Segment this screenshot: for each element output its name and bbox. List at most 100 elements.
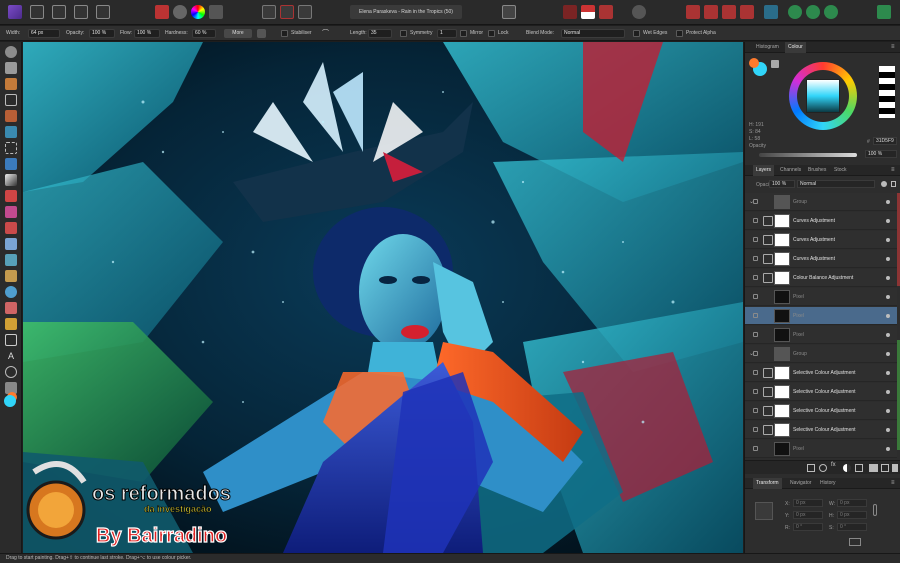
tab-histogram[interactable]: Histogram: [753, 42, 782, 53]
tab-channels[interactable]: Channels: [777, 165, 804, 176]
view-mode-icon[interactable]: [502, 5, 516, 19]
group-icon[interactable]: [869, 464, 878, 472]
fill-tool-icon[interactable]: [5, 158, 17, 170]
erase-tool-icon[interactable]: [5, 222, 17, 234]
layer-lock-icon[interactable]: [891, 181, 896, 187]
layer-lock-toggle-icon[interactable]: [753, 370, 758, 375]
color-wheel-icon[interactable]: [191, 5, 205, 19]
more-button[interactable]: More: [224, 29, 252, 38]
develop-persona-icon[interactable]: [74, 5, 88, 19]
layer-lock-toggle-icon[interactable]: [753, 351, 758, 356]
delete-layer-icon[interactable]: [892, 464, 898, 472]
crop-tool-icon[interactable]: [5, 94, 17, 106]
rope-icon[interactable]: ⌒: [322, 26, 329, 41]
colour-saturation-square[interactable]: [806, 79, 840, 113]
symmetry-field[interactable]: 1: [437, 29, 457, 38]
pixel-persona-icon[interactable]: [30, 5, 44, 19]
visibility-toggle-icon[interactable]: [886, 352, 890, 356]
pen-tool-icon[interactable]: [5, 318, 17, 330]
layers-menu-icon[interactable]: ≡: [891, 167, 897, 174]
primary-colour-icon[interactable]: [4, 395, 16, 407]
layer-lock-toggle-icon[interactable]: [753, 332, 758, 337]
width-field[interactable]: 64 px: [28, 29, 60, 38]
visibility-toggle-icon[interactable]: [886, 200, 890, 204]
eyedropper-icon[interactable]: [771, 60, 779, 68]
layer-row[interactable]: Selective Colour Adjustment: [745, 383, 897, 401]
protect-alpha-checkbox[interactable]: [676, 30, 683, 37]
wet-edges-checkbox[interactable]: [633, 30, 640, 37]
layer-row[interactable]: Selective Colour Adjustment: [745, 402, 897, 420]
visibility-toggle-icon[interactable]: [886, 333, 890, 337]
x-field[interactable]: 0 px: [793, 499, 823, 507]
layer-row[interactable]: Pixel: [745, 288, 897, 306]
layer-row[interactable]: Curves Adjustment: [745, 250, 897, 268]
smudge-tool-icon[interactable]: [5, 270, 17, 282]
s-field[interactable]: 0 °: [837, 523, 867, 531]
visibility-toggle-icon[interactable]: [886, 314, 890, 318]
blend-ranges-icon[interactable]: [807, 464, 815, 472]
flood-select-icon[interactable]: [5, 126, 17, 138]
assistant-icon[interactable]: [632, 5, 646, 19]
hardness-field[interactable]: 60 %: [192, 29, 216, 38]
colour-opacity-field[interactable]: 100 %: [865, 150, 897, 158]
r-field[interactable]: 0 °: [793, 523, 823, 531]
arrange-forward-icon[interactable]: [722, 5, 736, 19]
tonemap-persona-icon[interactable]: [96, 5, 110, 19]
document-canvas[interactable]: os reformados da investigação By Bairrad…: [23, 42, 743, 553]
document-title[interactable]: Elena Paraskeva - Rain in the Tropics (5…: [350, 5, 462, 19]
layer-opacity-field[interactable]: 100 %: [769, 180, 795, 188]
visibility-toggle-icon[interactable]: [886, 371, 890, 375]
live-filter-icon[interactable]: [855, 464, 863, 472]
visibility-toggle-icon[interactable]: [886, 257, 890, 261]
arrange-backward-icon[interactable]: [704, 5, 718, 19]
pixel-tool-icon[interactable]: [5, 206, 17, 218]
boolean-add-icon[interactable]: [788, 5, 802, 19]
selection-subtract-icon[interactable]: [298, 5, 312, 19]
fx-icon[interactable]: fx: [831, 462, 836, 468]
text-tool-icon[interactable]: A: [5, 350, 17, 362]
visibility-toggle-icon[interactable]: [886, 295, 890, 299]
colour-swatch-secondary[interactable]: [749, 58, 759, 68]
adjustment-icon[interactable]: [843, 464, 851, 472]
liquify-persona-icon[interactable]: [52, 5, 66, 19]
colour-opacity-slider[interactable]: [759, 153, 857, 157]
layer-row[interactable]: Pixel: [745, 440, 897, 458]
tab-transform[interactable]: Transform: [753, 478, 782, 489]
layer-lock-toggle-icon[interactable]: [753, 275, 758, 280]
layer-lock-toggle-icon[interactable]: [753, 446, 758, 451]
visibility-toggle-icon[interactable]: [886, 276, 890, 280]
boolean-intersect-icon[interactable]: [824, 5, 838, 19]
layer-lock-toggle-icon[interactable]: [753, 237, 758, 242]
add-layer-icon[interactable]: [881, 464, 889, 472]
layer-settings-icon[interactable]: [881, 181, 887, 187]
dodge-tool-icon[interactable]: [5, 238, 17, 250]
y-field[interactable]: 0 px: [793, 511, 823, 519]
selection-add-icon[interactable]: [280, 5, 294, 19]
marquee-tool-icon[interactable]: [5, 142, 17, 154]
mirror-checkbox[interactable]: [460, 30, 467, 37]
layer-lock-toggle-icon[interactable]: [753, 389, 758, 394]
visibility-toggle-icon[interactable]: [886, 428, 890, 432]
snapping-icon[interactable]: [563, 5, 577, 19]
mask-icon[interactable]: [819, 464, 827, 472]
visibility-toggle-icon[interactable]: [886, 219, 890, 223]
gradient-tool-icon[interactable]: [5, 174, 17, 186]
layer-row[interactable]: Selective Colour Adjustment: [745, 421, 897, 439]
layer-lock-toggle-icon[interactable]: [753, 218, 758, 223]
layer-row[interactable]: ⌄ Group: [745, 345, 897, 363]
tab-brushes[interactable]: Brushes: [805, 165, 829, 176]
color-picker-tool-icon[interactable]: [5, 78, 17, 90]
layer-blend-select[interactable]: Normal: [797, 180, 875, 188]
h-field[interactable]: 0 px: [837, 511, 867, 519]
align-icon[interactable]: [764, 5, 778, 19]
layer-row[interactable]: Colour Balance Adjustment: [745, 269, 897, 287]
layer-lock-toggle-icon[interactable]: [753, 427, 758, 432]
flow-field[interactable]: 100 %: [134, 29, 160, 38]
panel-menu-icon[interactable]: ≡: [891, 44, 897, 51]
layer-row[interactable]: ⌄ Group: [745, 193, 897, 211]
layer-lock-toggle-icon[interactable]: [753, 408, 758, 413]
hex-field[interactable]: 31D5F9: [873, 137, 897, 145]
visibility-toggle-icon[interactable]: [886, 238, 890, 242]
brush-settings-icon[interactable]: [599, 5, 613, 19]
auto-adjust-icon[interactable]: [209, 5, 223, 19]
